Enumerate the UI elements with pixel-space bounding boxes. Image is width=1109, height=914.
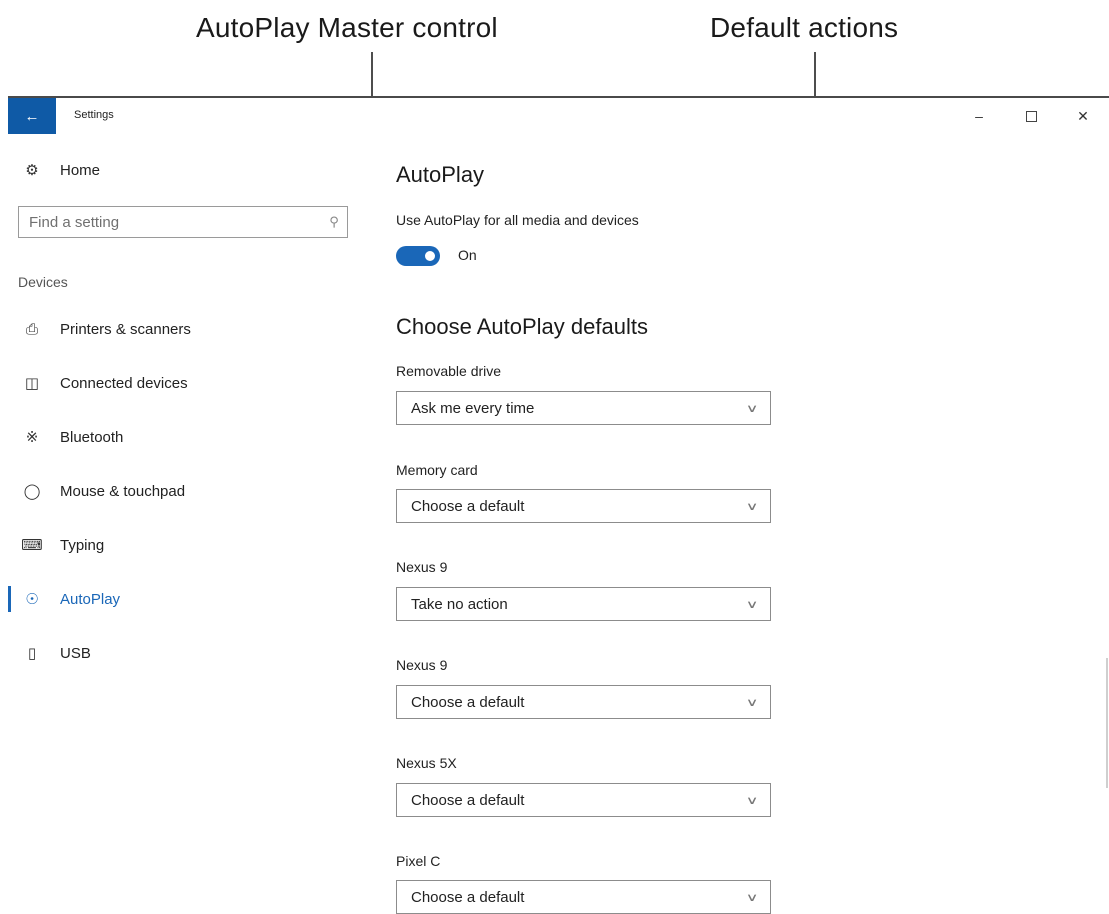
maximize-icon <box>1025 110 1037 122</box>
sidebar-item-home[interactable]: ⚙ Home <box>8 154 100 186</box>
sidebar-item-typing[interactable]: ⌨ Typing <box>8 529 104 561</box>
close-button[interactable]: ✕ <box>1057 98 1109 134</box>
sidebar-item-label: Connected devices <box>60 374 188 392</box>
window-title: Settings <box>74 109 114 121</box>
field-label-memory-card: Memory card <box>396 462 478 478</box>
sidebar-item-autoplay[interactable]: ☉ AutoPlay <box>8 583 120 615</box>
sidebar-item-connected-devices[interactable]: ◫ Connected devices <box>8 367 188 399</box>
sidebar-item-label: Printers & scanners <box>60 320 191 338</box>
autoplay-master-toggle[interactable] <box>396 246 440 266</box>
sidebar-item-bluetooth[interactable]: ※ Bluetooth <box>8 421 124 453</box>
scrollbar[interactable] <box>1106 658 1108 788</box>
dropdown-value: Ask me every time <box>411 399 535 417</box>
field-label-nexus-9: Nexus 9 <box>396 559 448 575</box>
master-toggle-label: Use AutoPlay for all media and devices <box>396 212 639 228</box>
sidebar-item-label: Home <box>60 161 101 179</box>
dropdown-nexus-9-a[interactable]: Take no action ∨ <box>396 587 771 621</box>
chevron-down-icon: ∨ <box>745 696 759 709</box>
sidebar-item-label: Typing <box>60 536 105 554</box>
settings-window: ← Settings – ✕ ⚙ Home ⚲ Devices ⎙ Printe… <box>8 96 1109 914</box>
chevron-down-icon: ∨ <box>745 402 759 415</box>
callout-master-control: AutoPlay Master control <box>196 12 498 43</box>
minimize-button[interactable]: – <box>953 98 1005 134</box>
search-icon[interactable]: ⚲ <box>321 214 347 230</box>
page-title: AutoPlay <box>396 162 485 187</box>
dropdown-value: Choose a default <box>411 497 525 515</box>
chevron-down-icon: ∨ <box>745 794 759 807</box>
chevron-down-icon: ∨ <box>745 500 759 513</box>
field-label-nexus-9: Nexus 9 <box>396 657 448 673</box>
gear-icon: ⚙ <box>25 162 39 179</box>
title-bar: ← Settings – ✕ <box>8 98 1109 134</box>
sidebar-item-label: AutoPlay <box>60 590 121 608</box>
sidebar: ⚙ Home ⚲ Devices ⎙ Printers & scanners ◫… <box>8 134 358 911</box>
section-heading-devices: Devices <box>18 274 68 290</box>
dropdown-memory-card[interactable]: Choose a default ∨ <box>396 489 771 523</box>
bluetooth-icon: ※ <box>25 429 39 446</box>
field-label-removable-drive: Removable drive <box>396 363 502 379</box>
back-button[interactable]: ← <box>8 98 56 134</box>
devices-icon: ◫ <box>24 375 40 392</box>
dropdown-nexus-5x[interactable]: Choose a default ∨ <box>396 783 771 817</box>
toggle-knob <box>425 251 435 261</box>
callout-default-actions: Default actions <box>710 12 899 43</box>
sidebar-item-label: Mouse & touchpad <box>60 482 186 500</box>
sidebar-item-mouse-touchpad[interactable]: ◯ Mouse & touchpad <box>8 475 186 507</box>
keyboard-icon: ⌨ <box>21 537 43 554</box>
dropdown-value: Take no action <box>411 595 508 613</box>
field-label-pixel-c: Pixel C <box>396 853 441 869</box>
chevron-down-icon: ∨ <box>745 598 759 611</box>
dropdown-value: Choose a default <box>411 693 525 711</box>
maximize-button[interactable] <box>1005 98 1057 134</box>
search-input[interactable] <box>19 208 321 236</box>
sidebar-item-printers-scanners[interactable]: ⎙ Printers & scanners <box>8 313 191 345</box>
main-content: AutoPlay Use AutoPlay for all media and … <box>386 134 1109 914</box>
sidebar-item-label: USB <box>60 644 91 662</box>
sidebar-item-label: Bluetooth <box>60 428 124 446</box>
arrow-left-icon: ← <box>24 107 40 125</box>
window-controls: – ✕ <box>953 98 1109 134</box>
field-label-nexus-5x: Nexus 5X <box>396 755 457 771</box>
autoplay-icon: ☉ <box>25 591 39 608</box>
close-icon: ✕ <box>1077 107 1089 124</box>
minimize-icon: – <box>975 108 983 124</box>
toggle-state-text: On <box>458 247 477 263</box>
dropdown-nexus-9-b[interactable]: Choose a default ∨ <box>396 685 771 719</box>
mouse-icon: ◯ <box>23 483 41 500</box>
dropdown-value: Choose a default <box>411 888 525 906</box>
search-box: ⚲ <box>18 206 348 238</box>
usb-icon: ▯ <box>27 645 37 662</box>
dropdown-value: Choose a default <box>411 791 525 809</box>
defaults-heading: Choose AutoPlay defaults <box>396 314 648 339</box>
sidebar-item-usb[interactable]: ▯ USB <box>8 637 91 669</box>
chevron-down-icon: ∨ <box>745 891 759 904</box>
printer-icon: ⎙ <box>25 320 38 338</box>
dropdown-removable-drive[interactable]: Ask me every time ∨ <box>396 391 771 425</box>
